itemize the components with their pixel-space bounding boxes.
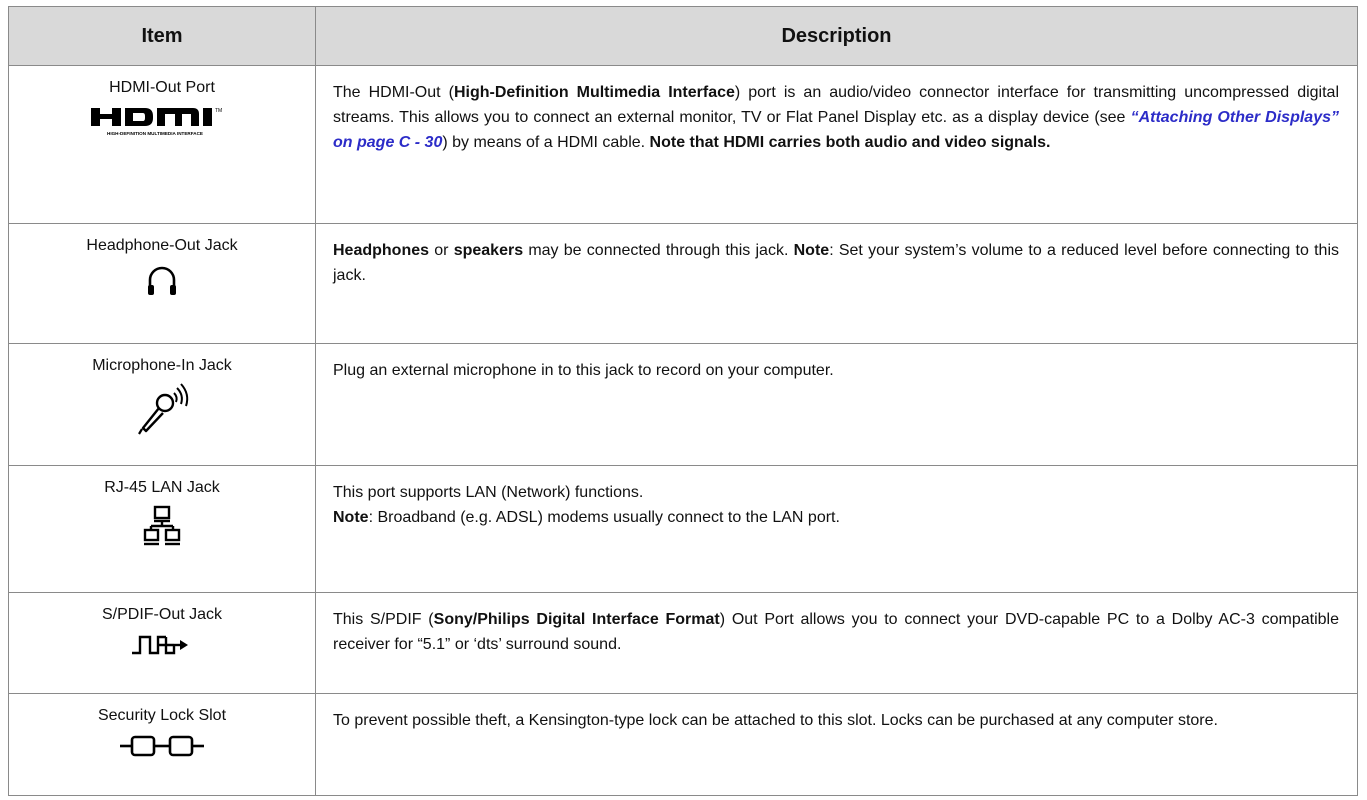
desc-bold: Headphones	[333, 242, 430, 260]
item-name: Headphone-Out Jack	[86, 237, 238, 255]
item-cell: Microphone-In Jack	[8, 343, 316, 467]
description-cell: The HDMI-Out (High-Definition Multimedia…	[315, 64, 1358, 225]
desc-bold: Note	[793, 242, 830, 260]
desc-text: Plug an external microphone in to this j…	[333, 362, 834, 380]
item-name: Security Lock Slot	[97, 707, 227, 725]
desc-bold: Sony/Philips Digital Interface Format	[433, 610, 720, 628]
table-row: RJ-45 LAN Jack This port supports LAN (N…	[8, 465, 1358, 593]
table-row: Security Lock Slot To prevent possible t…	[8, 693, 1358, 796]
network-icon	[143, 506, 181, 546]
description-cell: To prevent possible theft, a Kensington-…	[315, 693, 1358, 796]
desc-bold: Note that HDMI carries both audio and vi…	[649, 134, 1051, 151]
description-cell: Plug an external microphone in to this j…	[315, 343, 1358, 467]
item-cell: HDMI-Out Port TM HIGH-DEFINITION MULTIME…	[8, 64, 316, 225]
description-cell: This S/PDIF (Sony/Philips Digital Interf…	[315, 591, 1358, 695]
ports-table: Item Description HDMI-Out Port TM HIGH-D…	[8, 6, 1358, 796]
table-row: S/PDIF-Out Jack This S/PDIF (Sony/Philip…	[8, 591, 1358, 695]
table-row: Headphone-Out Jack Headphones or speaker…	[8, 223, 1358, 345]
header-description: Description	[315, 6, 1358, 66]
microphone-icon	[138, 383, 189, 435]
description-cell: This port supports LAN (Network) functio…	[315, 465, 1358, 593]
description-cell: Headphones or speakers may be connected …	[315, 223, 1358, 345]
hdmi-logo-subtext: HIGH-DEFINITION MULTIMEDIA INTERFACE	[107, 131, 203, 136]
header-item: Item	[8, 6, 316, 66]
desc-text: : Broadband (e.g. ADSL) modems usually c…	[368, 509, 840, 527]
desc-bold: High-Definition Multimedia Interface	[453, 84, 735, 101]
svg-text:TM: TM	[215, 108, 222, 114]
headphone-icon	[148, 267, 176, 296]
item-name: Microphone-In Jack	[92, 357, 232, 375]
spdif-icon	[132, 635, 188, 654]
desc-text: This S/PDIF (	[333, 610, 434, 628]
desc-bold: speakers	[453, 242, 524, 260]
item-cell: Security Lock Slot	[8, 693, 316, 796]
table-row: Microphone-In Jack Plug an external micr…	[8, 343, 1358, 467]
desc-text: or	[429, 242, 454, 260]
item-cell: Headphone-Out Jack	[8, 223, 316, 345]
desc-bold: Note	[333, 509, 369, 527]
table-header-row: Item Description	[8, 6, 1358, 66]
desc-text: To prevent possible theft, a Kensington-…	[333, 712, 1218, 730]
desc-text: This port supports LAN (Network) functio…	[333, 484, 644, 502]
item-cell: S/PDIF-Out Jack	[8, 591, 316, 695]
item-cell: RJ-45 LAN Jack	[8, 465, 316, 593]
table-row: HDMI-Out Port TM HIGH-DEFINITION MULTIME…	[8, 64, 1358, 225]
item-name: S/PDIF-Out Jack	[101, 605, 223, 623]
security-lock-icon	[120, 735, 204, 757]
hdmi-logo-icon: TM HIGH-DEFINITION MULTIMEDIA INTERFACE	[91, 108, 222, 136]
desc-text: may be connected through this jack.	[523, 242, 794, 260]
item-name: RJ-45 LAN Jack	[104, 479, 220, 497]
item-name: HDMI-Out Port	[109, 79, 215, 96]
desc-text: ) by means of a HDMI cable.	[442, 134, 650, 151]
desc-text: The HDMI-Out (	[333, 84, 454, 101]
